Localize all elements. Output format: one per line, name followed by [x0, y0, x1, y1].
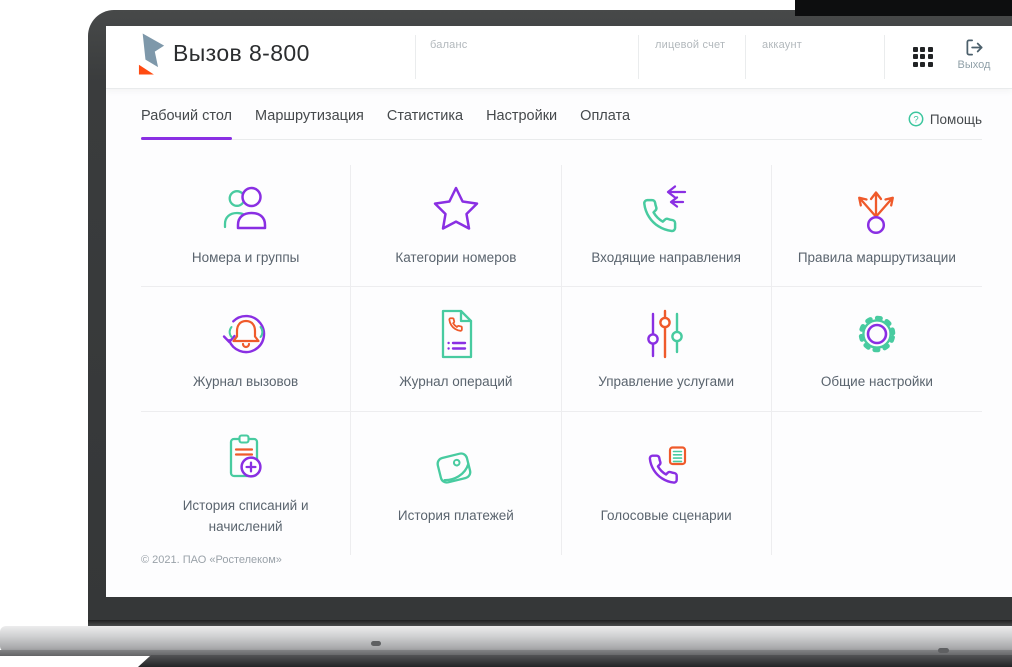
tile-charges-history[interactable]: История списаний и начислений	[141, 412, 352, 555]
call-log-icon	[218, 306, 274, 362]
logout-icon	[965, 38, 984, 57]
main-navigation: Рабочий стол Маршрутизация Статистика На…	[141, 88, 982, 140]
voice-scripts-icon	[638, 440, 694, 496]
tile-general-settings[interactable]: Общие настройки	[771, 287, 982, 412]
rostelecom-logo-icon	[138, 32, 166, 76]
tile-label: Голосовые сценарии	[600, 508, 732, 524]
tile-payments-history[interactable]: История платежей	[351, 412, 562, 555]
tile-routing-rules[interactable]: Правила маршрутизации	[771, 165, 982, 287]
header-divider	[415, 35, 416, 79]
tile-label: Общие настройки	[820, 373, 933, 389]
help-link[interactable]: ? Помощь	[908, 111, 982, 127]
tab-settings[interactable]: Настройки	[486, 108, 557, 139]
laptop-bezel-top-strip	[795, 0, 1012, 16]
incoming-call-icon	[638, 182, 694, 238]
operations-log-icon	[428, 306, 484, 362]
dashboard-grid: Номера и группы Категории номеров Входящ…	[141, 165, 982, 555]
tab-payment[interactable]: Оплата	[580, 108, 630, 139]
tab-desktop[interactable]: Рабочий стол	[141, 108, 233, 140]
tile-label: Категории номеров	[395, 250, 517, 266]
tile-call-log[interactable]: Журнал вызовов	[141, 287, 352, 412]
laptop-base	[0, 626, 1012, 652]
tile-numbers-groups[interactable]: Номера и группы	[141, 165, 352, 287]
header-divider	[884, 35, 885, 79]
tab-routing[interactable]: Маршрутизация	[255, 108, 364, 139]
tile-operations-log[interactable]: Журнал операций	[351, 287, 562, 412]
tile-number-categories[interactable]: Категории номеров	[351, 165, 562, 287]
users-icon	[218, 182, 274, 238]
tile-label: История платежей	[397, 508, 514, 524]
tile-label: Номера и группы	[191, 250, 300, 266]
app-title: Вызов 8-800	[173, 40, 310, 66]
header-divider	[745, 35, 746, 79]
svg-text:?: ?	[913, 114, 918, 125]
app-header: Вызов 8-800 баланс лицевой счет аккаунт …	[106, 26, 1012, 88]
balance-label: баланс	[430, 39, 468, 51]
tab-statistics[interactable]: Статистика	[387, 108, 463, 139]
tile-label: История списаний и начислений	[182, 498, 309, 534]
tile-label: Правила маршрутизации	[797, 250, 956, 266]
help-label: Помощь	[929, 111, 982, 127]
payments-icon	[428, 440, 484, 496]
tile-service-management[interactable]: Управление услугами	[561, 287, 772, 412]
app-launcher-icon[interactable]	[913, 47, 933, 67]
laptop-notch	[938, 648, 949, 653]
routing-icon	[849, 182, 905, 238]
tile-label: Управление услугами	[598, 373, 734, 389]
tile-label: Журнал операций	[399, 373, 513, 389]
sliders-icon	[638, 306, 694, 362]
star-icon	[428, 182, 484, 238]
logout-label: Выход	[957, 59, 991, 71]
laptop-base-shadow	[138, 655, 1012, 667]
gear-icon	[849, 306, 905, 362]
tile-incoming-directions[interactable]: Входящие направления	[561, 165, 772, 287]
laptop-notch	[371, 641, 381, 646]
copyright-text: © 2021. ПАО «Ростелеком»	[141, 554, 282, 566]
app-window: Вызов 8-800 баланс лицевой счет аккаунт …	[106, 26, 1012, 597]
header-divider	[638, 35, 639, 79]
tile-label: Журнал вызовов	[193, 373, 299, 389]
account-number-label: лицевой счет	[655, 39, 726, 51]
billing-history-icon	[218, 430, 274, 486]
tile-label: Входящие направления	[591, 250, 741, 266]
account-label: аккаунт	[762, 39, 802, 51]
empty-cell	[772, 412, 982, 555]
tile-voice-scenarios[interactable]: Голосовые сценарии	[562, 412, 772, 555]
help-icon: ?	[908, 111, 924, 127]
logout-button[interactable]: Выход	[946, 38, 1002, 71]
